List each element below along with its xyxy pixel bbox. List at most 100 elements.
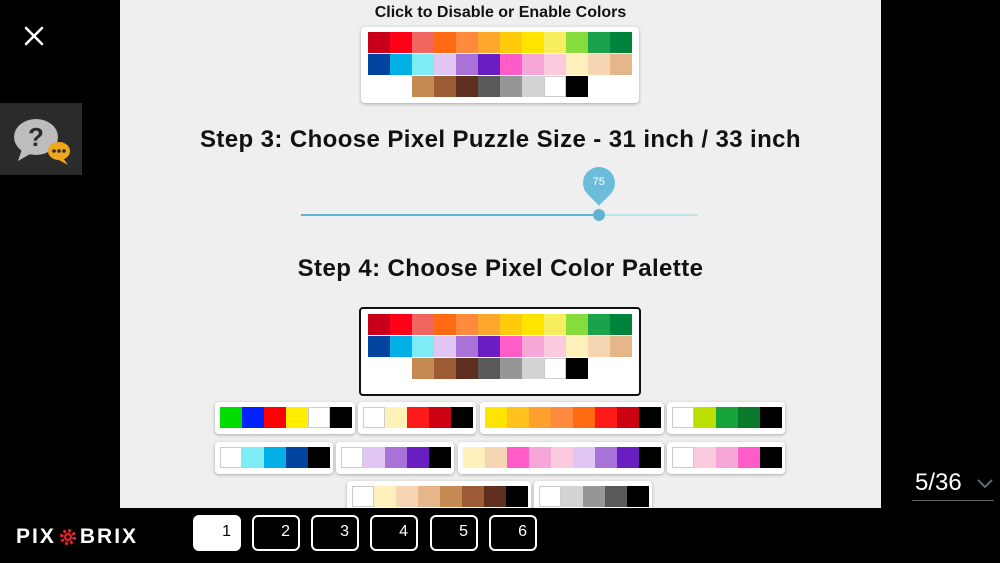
color-swatch[interactable] [507,447,529,468]
close-button[interactable] [22,24,46,48]
color-swatch[interactable] [573,447,595,468]
color-swatch[interactable] [363,447,385,468]
color-swatch[interactable] [566,314,588,335]
color-swatch[interactable] [639,447,661,468]
color-swatch[interactable] [385,447,407,468]
color-swatch[interactable] [522,32,544,53]
color-swatch[interactable] [478,32,500,53]
color-swatch[interactable] [760,447,782,468]
palette-option-red[interactable] [358,402,476,434]
color-swatch[interactable] [566,76,588,97]
palette-option-basic[interactable] [215,402,355,434]
color-swatch[interactable] [374,486,396,507]
color-swatch[interactable] [478,336,500,357]
color-swatch[interactable] [561,486,583,507]
color-swatch[interactable] [478,314,500,335]
page-button-6[interactable]: 6 [489,515,537,551]
color-swatch[interactable] [286,447,308,468]
color-swatch[interactable] [522,314,544,335]
color-swatch[interactable] [617,407,639,428]
color-swatch[interactable] [456,54,478,75]
color-swatch[interactable] [694,447,716,468]
color-swatch[interactable] [506,486,528,507]
color-swatch[interactable] [610,54,632,75]
color-swatch[interactable] [385,407,407,428]
color-swatch[interactable] [434,32,456,53]
color-swatch[interactable] [500,336,522,357]
color-swatch[interactable] [456,358,478,379]
color-swatch[interactable] [478,358,500,379]
color-swatch[interactable] [522,336,544,357]
size-slider[interactable]: 75 [301,160,698,221]
color-swatch[interactable] [522,358,544,379]
color-swatch[interactable] [583,486,605,507]
color-swatch[interactable] [551,447,573,468]
color-swatch[interactable] [617,447,639,468]
color-swatch[interactable] [639,407,661,428]
color-swatch[interactable] [396,486,418,507]
color-swatch[interactable] [529,447,551,468]
page-button-3[interactable]: 3 [311,515,359,551]
color-swatch[interactable] [566,336,588,357]
palette-option-gray[interactable] [534,481,652,508]
color-swatch[interactable] [434,336,456,357]
color-swatch[interactable] [485,407,507,428]
color-swatch[interactable] [429,447,451,468]
color-swatch[interactable] [566,32,588,53]
color-swatch[interactable] [308,447,330,468]
color-swatch[interactable] [407,407,429,428]
palette-option-purple[interactable] [336,442,454,474]
color-swatch[interactable] [738,407,760,428]
color-swatch[interactable] [760,407,782,428]
color-swatch[interactable] [551,407,573,428]
color-swatch[interactable] [286,407,308,428]
page-button-2[interactable]: 2 [252,515,300,551]
color-swatch[interactable] [368,336,390,357]
color-swatch[interactable] [716,407,738,428]
page-button-1[interactable]: 1 [193,515,241,551]
color-swatch[interactable] [544,32,566,53]
color-swatch[interactable] [264,447,286,468]
color-swatch[interactable] [716,447,738,468]
color-swatch[interactable] [390,54,412,75]
color-swatch[interactable] [500,54,522,75]
color-swatch[interactable] [363,407,385,428]
color-swatch[interactable] [352,486,374,507]
color-swatch[interactable] [308,407,330,428]
color-swatch[interactable] [672,407,694,428]
color-swatch[interactable] [368,54,390,75]
color-swatch[interactable] [220,447,242,468]
color-swatch[interactable] [478,54,500,75]
color-swatch[interactable] [440,486,462,507]
color-swatch[interactable] [544,358,566,379]
color-swatch[interactable] [573,407,595,428]
color-swatch[interactable] [544,314,566,335]
color-swatch[interactable] [610,336,632,357]
color-swatch[interactable] [539,486,561,507]
color-toggle-palette[interactable] [361,27,639,103]
color-swatch[interactable] [456,336,478,357]
color-swatch[interactable] [694,407,716,428]
color-swatch[interactable] [610,32,632,53]
color-swatch[interactable] [544,54,566,75]
help-button[interactable]: ? [0,103,82,175]
color-swatch[interactable] [672,447,694,468]
color-swatch[interactable] [595,447,617,468]
color-swatch[interactable] [434,54,456,75]
color-swatch[interactable] [390,314,412,335]
palette-option-pink[interactable] [667,442,785,474]
page-button-4[interactable]: 4 [370,515,418,551]
color-swatch[interactable] [456,32,478,53]
color-swatch[interactable] [412,358,434,379]
color-swatch[interactable] [588,314,610,335]
color-swatch[interactable] [485,447,507,468]
color-swatch[interactable] [588,336,610,357]
color-swatch[interactable] [407,447,429,468]
palette-option-blue[interactable] [215,442,333,474]
color-swatch[interactable] [522,54,544,75]
color-swatch[interactable] [456,314,478,335]
color-swatch[interactable] [412,336,434,357]
color-swatch[interactable] [429,407,451,428]
color-swatch[interactable] [412,76,434,97]
color-swatch[interactable] [566,358,588,379]
